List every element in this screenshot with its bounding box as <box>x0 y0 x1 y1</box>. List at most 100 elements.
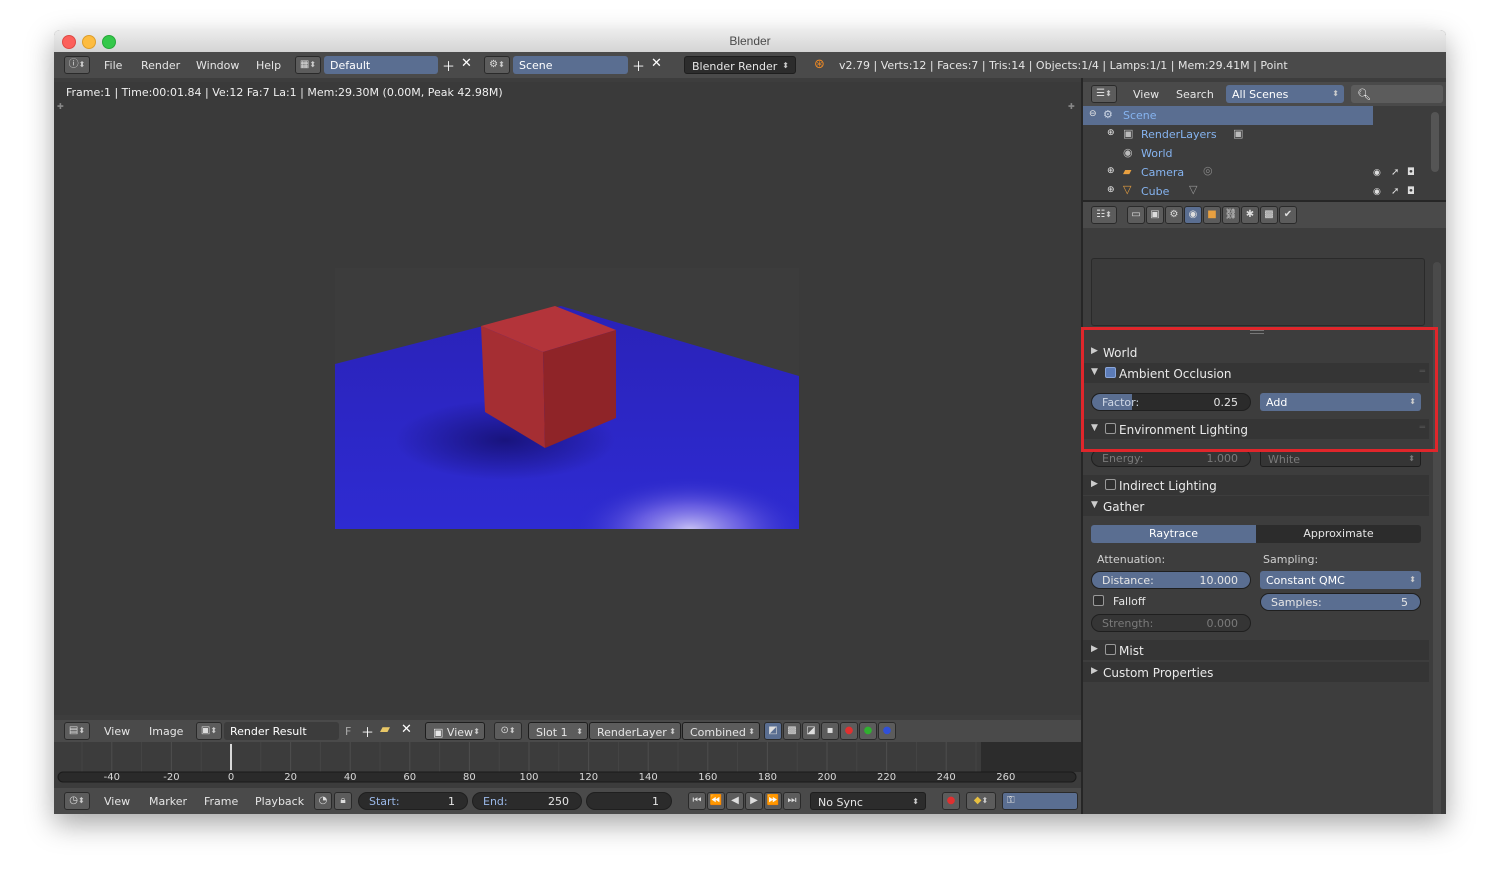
jump-keyframe-back-button[interactable]: ⏪ <box>707 792 725 810</box>
area-divider-horizontal[interactable] <box>1083 200 1446 202</box>
scene-field[interactable]: Scene <box>513 56 628 74</box>
preview-range-button[interactable]: ◔ <box>314 792 332 810</box>
panel-ambient-occlusion[interactable]: ▼ Ambient Occlusion ═ <box>1083 363 1429 383</box>
expand-icon[interactable]: ⊕ <box>1107 166 1115 176</box>
eye-icon[interactable]: ◉ <box>1373 187 1381 197</box>
timeline-area[interactable]: -40 -20 0 20 40 60 80 100 120 140 160 180 200 220 240 2… <box>54 742 1081 788</box>
channel-red-button[interactable]: ● <box>840 722 858 740</box>
end-frame-field[interactable]: End: 250 <box>472 792 582 810</box>
outliner-area[interactable]: ☰⬍ View Search All Scenes ⬍ 🔍︎ ⊖ ⚙ Scene… <box>1083 82 1446 200</box>
jump-end-button[interactable]: ⏭ <box>783 792 801 810</box>
outliner-row-cube[interactable]: ⊕ ▽ Cube ▽ <box>1083 182 1373 201</box>
jump-keyframe-forward-button[interactable]: ⏩ <box>764 792 782 810</box>
menu-marker[interactable]: Marker <box>149 795 187 808</box>
image-editor-viewport[interactable]: Frame:1 | Time:00:01.84 | Ve:12 Fa:7 La:… <box>54 82 1081 715</box>
lock-range-button[interactable]: 🔒︎ <box>334 792 352 810</box>
pivot-point-button[interactable]: ⊙⬍ <box>494 722 522 740</box>
env-energy-field[interactable]: Energy: 1.000 <box>1091 449 1251 467</box>
image-name-field[interactable]: Render Result <box>224 722 339 740</box>
draw-channels-color-button[interactable]: ▪ <box>821 722 839 740</box>
editor-type-button[interactable]: ▤⬍ <box>64 722 90 740</box>
render-camera-icon[interactable]: ◘ <box>1407 167 1415 178</box>
new-image-icon[interactable]: ＋ <box>361 722 374 741</box>
tab-physics[interactable]: ✔ <box>1279 206 1297 224</box>
screen-layout-field[interactable]: Default <box>324 56 438 74</box>
view-mode-dropdown[interactable]: ▣ View ⬍ <box>425 722 485 740</box>
scene-browse-button[interactable]: ⚙⬍ <box>484 56 510 74</box>
sampling-method-dropdown[interactable]: Constant QMC ⬍ <box>1260 571 1421 589</box>
panel-world[interactable]: ▶ World <box>1083 342 1429 362</box>
falloff-strength-field[interactable]: Strength: 0.000 <box>1091 614 1251 632</box>
tab-modifiers[interactable]: ✱ <box>1241 206 1259 224</box>
add-scene-icon[interactable]: ＋ <box>632 56 645 75</box>
indirect-enable-checkbox[interactable] <box>1105 479 1116 490</box>
menu-view[interactable]: View <box>104 795 130 808</box>
menu-view[interactable]: View <box>104 725 130 738</box>
menu-help[interactable]: Help <box>256 59 281 72</box>
expand-icon[interactable]: ⊕ <box>1107 185 1115 195</box>
active-keying-set-field[interactable]: ⚿ <box>1002 792 1078 810</box>
open-image-folder-icon[interactable]: ▰ <box>380 722 390 737</box>
info-editor-type-button[interactable]: ⓘ⬍ <box>64 56 90 74</box>
timeline-editor-type-button[interactable]: ◷⬍ <box>64 792 90 810</box>
menu-playback[interactable]: Playback <box>255 795 304 808</box>
sync-mode-dropdown[interactable]: No Sync ⬍ <box>810 792 926 810</box>
channel-blue-button[interactable]: ● <box>878 722 896 740</box>
panel-environment-lighting[interactable]: ▼ Environment Lighting ═ <box>1083 419 1429 439</box>
keying-set-button[interactable]: ◆⬍ <box>966 792 996 810</box>
jump-start-button[interactable]: ⏮ <box>688 792 706 810</box>
cursor-select-icon[interactable]: ➚ <box>1391 186 1399 197</box>
panel-drag-handle-icon[interactable]: ═ <box>1420 423 1425 433</box>
render-layer-dropdown[interactable]: RenderLayer ⬍ <box>589 722 681 740</box>
tab-texture[interactable]: ▩ <box>1260 206 1278 224</box>
falloff-checkbox[interactable] <box>1093 595 1104 606</box>
draw-channels-zbuffer-button[interactable]: ◪ <box>802 722 820 740</box>
outliner-menu-view[interactable]: View <box>1133 88 1159 101</box>
menu-image[interactable]: Image <box>149 725 183 738</box>
current-frame-field[interactable]: 1 <box>586 792 672 810</box>
draw-channels-rgb-button[interactable]: ◩ <box>764 722 782 740</box>
menu-file[interactable]: File <box>104 59 122 72</box>
eye-icon[interactable]: ◉ <box>1373 168 1381 178</box>
menu-render[interactable]: Render <box>141 59 180 72</box>
menu-frame[interactable]: Frame <box>204 795 238 808</box>
draw-channels-alpha-button[interactable]: ▩ <box>783 722 801 740</box>
outliner-menu-search[interactable]: Search <box>1176 88 1214 101</box>
outliner-row-world[interactable]: ◉ World <box>1083 144 1373 163</box>
outliner-display-mode[interactable]: All Scenes ⬍ <box>1226 85 1344 103</box>
outliner-scrollbar[interactable] <box>1431 112 1439 172</box>
play-button[interactable]: ▶ <box>745 792 763 810</box>
menu-window[interactable]: Window <box>196 59 239 72</box>
mist-enable-checkbox[interactable] <box>1105 644 1116 655</box>
env-color-dropdown[interactable]: White ⬍ <box>1260 449 1421 467</box>
panel-mist[interactable]: ▶ Mist <box>1083 640 1429 660</box>
outliner-row-camera[interactable]: ⊕ ▰ Camera ◎ <box>1083 163 1373 182</box>
remove-scene-icon[interactable]: ✕ <box>651 56 662 71</box>
render-engine-dropdown[interactable]: Blender Render ⬍ <box>684 56 796 74</box>
properties-scrollbar[interactable] <box>1433 262 1441 814</box>
outliner-search-field[interactable]: 🔍︎ <box>1351 85 1443 103</box>
render-camera-icon[interactable]: ◘ <box>1407 186 1415 197</box>
screen-layout-browse-button[interactable]: ▦⬍ <box>295 56 321 74</box>
auto-keying-button[interactable]: ● <box>942 792 960 810</box>
channel-green-button[interactable]: ● <box>859 722 877 740</box>
area-divider-vertical[interactable] <box>1081 78 1083 814</box>
gather-approximate-tab[interactable]: Approximate <box>1256 525 1421 543</box>
add-layout-icon[interactable]: ＋ <box>442 56 455 75</box>
ao-factor-slider[interactable]: Factor: 0.25 <box>1091 393 1251 411</box>
tab-scene[interactable]: ⚙ <box>1165 206 1183 224</box>
outliner-row-renderlayers[interactable]: ⊕ ▣ RenderLayers ▣ <box>1083 125 1373 144</box>
tab-constraints[interactable]: ⛓ <box>1222 206 1240 224</box>
collapse-icon[interactable]: ⊖ <box>1089 109 1097 119</box>
ao-enable-checkbox[interactable] <box>1105 367 1116 378</box>
unlink-image-icon[interactable]: ✕ <box>401 722 412 737</box>
properties-editor-type-button[interactable]: ☷⬍ <box>1091 206 1117 224</box>
properties-editor[interactable]: ☷⬍ ▭ ▣ ⚙ ◉ ■ ⛓ ✱ ▩ ✔ ▶ World ▼ Ambient O… <box>1083 202 1446 814</box>
outliner-row-scene[interactable]: ⊖ ⚙ Scene <box>1083 106 1373 125</box>
render-pass-dropdown[interactable]: Combined ⬍ <box>682 722 760 740</box>
area-split-corner-icon[interactable]: ✚ <box>1068 102 1075 111</box>
env-enable-checkbox[interactable] <box>1105 423 1116 434</box>
tab-render-layers[interactable]: ▣ <box>1146 206 1164 224</box>
resize-handle-icon[interactable] <box>1250 330 1264 334</box>
panel-custom-properties[interactable]: ▶ Custom Properties <box>1083 662 1429 682</box>
